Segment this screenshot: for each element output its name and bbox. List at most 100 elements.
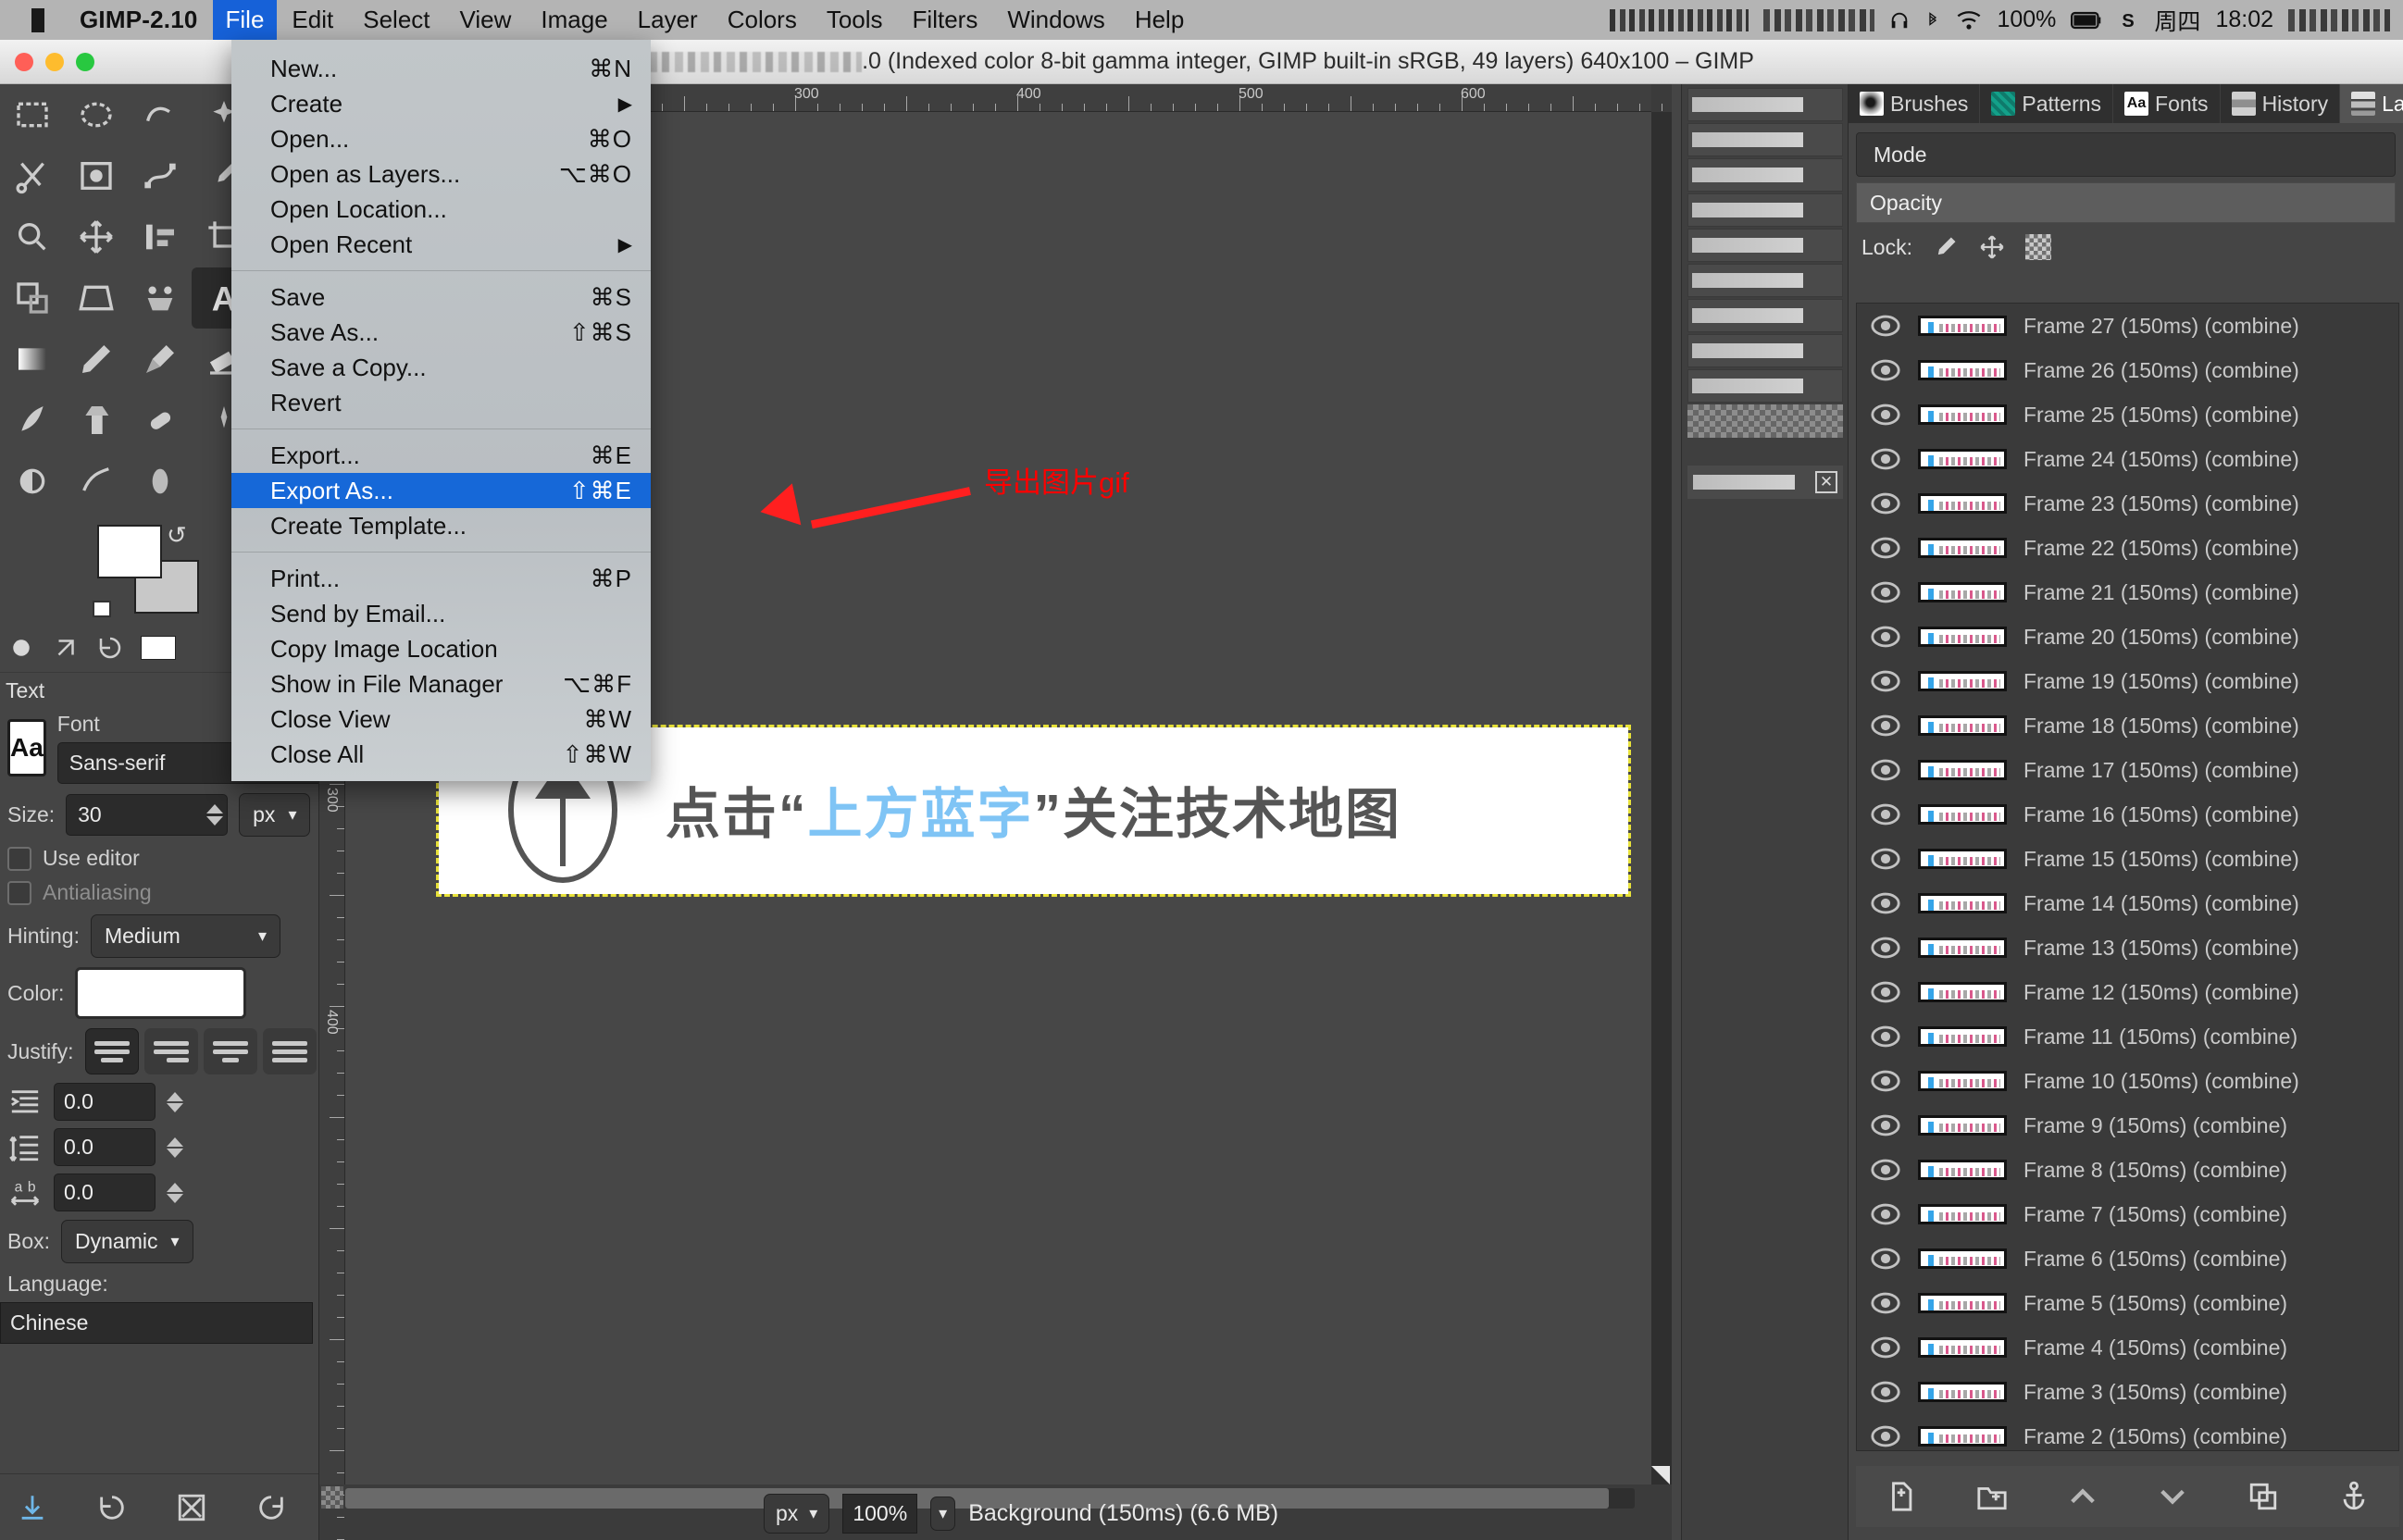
eye-icon[interactable] xyxy=(1870,1113,1901,1137)
menu-item-create-template[interactable]: Create Template... xyxy=(231,508,651,543)
close-icon[interactable]: ✕ xyxy=(1815,471,1837,493)
thumbnail-item[interactable] xyxy=(1687,88,1843,121)
lower-layer-icon[interactable] xyxy=(2157,1481,2188,1512)
layer-row[interactable]: Frame 17 (150ms) (combine) xyxy=(1857,748,2398,792)
menu-item-export-as[interactable]: Export As...⇧⌘E xyxy=(231,473,651,508)
app-s-icon[interactable]: S xyxy=(2117,8,2139,32)
eye-icon[interactable] xyxy=(1870,1335,1901,1360)
box-select[interactable]: Dynamic ▾ xyxy=(61,1220,193,1263)
save-options-icon[interactable] xyxy=(17,1492,48,1523)
tool-gradient[interactable] xyxy=(0,329,64,390)
mac-menu-tools[interactable]: Tools xyxy=(812,3,898,37)
undo-history-icon[interactable] xyxy=(96,634,124,662)
wifi-icon[interactable] xyxy=(1956,8,1982,32)
tool-move[interactable] xyxy=(64,206,128,267)
letter-spacing-stepper[interactable] xyxy=(167,1183,183,1203)
layer-row[interactable]: Frame 4 (150ms) (combine) xyxy=(1857,1325,2398,1370)
layer-row[interactable]: Frame 18 (150ms) (combine) xyxy=(1857,703,2398,748)
layer-row[interactable]: Frame 20 (150ms) (combine) xyxy=(1857,615,2398,659)
thumbnail-transparent[interactable] xyxy=(1687,404,1843,438)
menu-item-open-location[interactable]: Open Location... xyxy=(231,192,651,227)
mac-menu-edit[interactable]: Edit xyxy=(277,3,348,37)
menu-item-open-recent[interactable]: Open Recent▶ xyxy=(231,227,651,262)
thumbnail-item[interactable] xyxy=(1687,299,1843,332)
menu-item-save-a-copy[interactable]: Save a Copy... xyxy=(231,350,651,385)
eye-icon[interactable] xyxy=(1870,314,1901,338)
eye-icon[interactable] xyxy=(1870,1158,1901,1182)
tab-history[interactable]: History xyxy=(2221,84,2341,123)
tool-unified-transform[interactable] xyxy=(128,267,192,329)
mac-menu-select[interactable]: Select xyxy=(348,3,444,37)
indent-stepper[interactable] xyxy=(167,1092,183,1112)
duplicate-layer-icon[interactable] xyxy=(2247,1481,2279,1512)
tool-foreground-select[interactable] xyxy=(64,145,128,206)
menu-item-export[interactable]: Export...⌘E xyxy=(231,438,651,473)
layer-row[interactable]: Frame 24 (150ms) (combine) xyxy=(1857,437,2398,481)
size-stepper[interactable] xyxy=(206,804,223,826)
eye-icon[interactable] xyxy=(1870,669,1901,693)
layer-row[interactable]: Frame 19 (150ms) (combine) xyxy=(1857,659,2398,703)
unit-select[interactable]: px ▾ xyxy=(764,1494,829,1534)
layer-row[interactable]: Frame 10 (150ms) (combine) xyxy=(1857,1059,2398,1103)
eye-icon[interactable] xyxy=(1870,758,1901,782)
tray-icons-group-3[interactable] xyxy=(2288,9,2390,31)
new-layer-icon[interactable] xyxy=(1886,1481,1917,1512)
use-editor-checkbox[interactable] xyxy=(7,847,31,871)
layer-row[interactable]: Frame 15 (150ms) (combine) xyxy=(1857,837,2398,881)
menu-item-close-all[interactable]: Close All⇧⌘W xyxy=(231,737,651,772)
use-editor-row[interactable]: Use editor xyxy=(0,841,318,876)
vertical-scrollbar[interactable] xyxy=(1651,112,1672,1484)
mac-menu-colors[interactable]: Colors xyxy=(713,3,812,37)
brush-indicator-icon[interactable] xyxy=(7,634,35,662)
tool-scale[interactable] xyxy=(0,267,64,329)
menu-item-copy-image-location[interactable]: Copy Image Location xyxy=(231,631,651,666)
thumbnail-item[interactable] xyxy=(1687,229,1843,262)
layer-row[interactable]: Frame 9 (150ms) (combine) xyxy=(1857,1103,2398,1148)
tool-ellipse-select[interactable] xyxy=(64,84,128,145)
mode-select[interactable]: Mode xyxy=(1856,132,2396,177)
eye-icon[interactable] xyxy=(1870,1069,1901,1093)
tool-scissors[interactable] xyxy=(0,145,64,206)
tab-fonts[interactable]: AaFonts xyxy=(2113,84,2221,123)
menu-item-create[interactable]: Create▶ xyxy=(231,86,651,121)
justify-fill-button[interactable] xyxy=(263,1028,317,1074)
new-group-icon[interactable] xyxy=(1976,1481,2008,1512)
anchor-layer-icon[interactable] xyxy=(2338,1481,2370,1512)
eye-icon[interactable] xyxy=(1870,936,1901,960)
eye-icon[interactable] xyxy=(1870,847,1901,871)
size-unit-select[interactable]: px ▾ xyxy=(239,793,310,837)
thumbnail-strip[interactable]: ✕ xyxy=(1687,88,1843,499)
tool-zoom[interactable] xyxy=(0,206,64,267)
justify-right-button[interactable] xyxy=(144,1028,198,1074)
lock-position-icon[interactable] xyxy=(1979,234,2005,260)
tray-icons-group-2[interactable] xyxy=(1763,9,1874,31)
tool-ink[interactable] xyxy=(0,390,64,451)
raise-layer-icon[interactable] xyxy=(2067,1481,2098,1512)
tool-perspective[interactable] xyxy=(64,267,128,329)
battery-icon[interactable] xyxy=(2071,8,2102,32)
tab-brushes[interactable]: Brushes xyxy=(1849,84,1980,123)
eye-icon[interactable] xyxy=(1870,1247,1901,1271)
mac-menu-help[interactable]: Help xyxy=(1120,3,1199,37)
headphone-icon[interactable] xyxy=(1889,8,1910,32)
justify-left-button[interactable] xyxy=(85,1028,139,1074)
tool-heal[interactable] xyxy=(128,390,192,451)
tool-rect-select[interactable] xyxy=(0,84,64,145)
hinting-select[interactable]: Medium ▾ xyxy=(91,914,280,958)
tool-paintbrush[interactable] xyxy=(128,329,192,390)
menu-item-send-by-email[interactable]: Send by Email... xyxy=(231,596,651,631)
restore-options-icon[interactable] xyxy=(96,1492,128,1523)
eye-icon[interactable] xyxy=(1870,580,1901,604)
layer-row[interactable]: Frame 3 (150ms) (combine) xyxy=(1857,1370,2398,1414)
eye-icon[interactable] xyxy=(1870,980,1901,1004)
eye-icon[interactable] xyxy=(1870,891,1901,915)
layer-row[interactable]: Frame 21 (150ms) (combine) xyxy=(1857,570,2398,615)
layer-row[interactable]: Frame 22 (150ms) (combine) xyxy=(1857,526,2398,570)
layer-row[interactable]: Frame 12 (150ms) (combine) xyxy=(1857,970,2398,1014)
tool-warp[interactable] xyxy=(128,451,192,512)
antialiasing-checkbox[interactable] xyxy=(7,881,31,905)
zoom-input[interactable]: 100% xyxy=(842,1494,917,1534)
zoom-select[interactable]: ▾ xyxy=(930,1497,955,1531)
menu-item-close-view[interactable]: Close View⌘W xyxy=(231,702,651,737)
layer-row[interactable]: Frame 8 (150ms) (combine) xyxy=(1857,1148,2398,1192)
